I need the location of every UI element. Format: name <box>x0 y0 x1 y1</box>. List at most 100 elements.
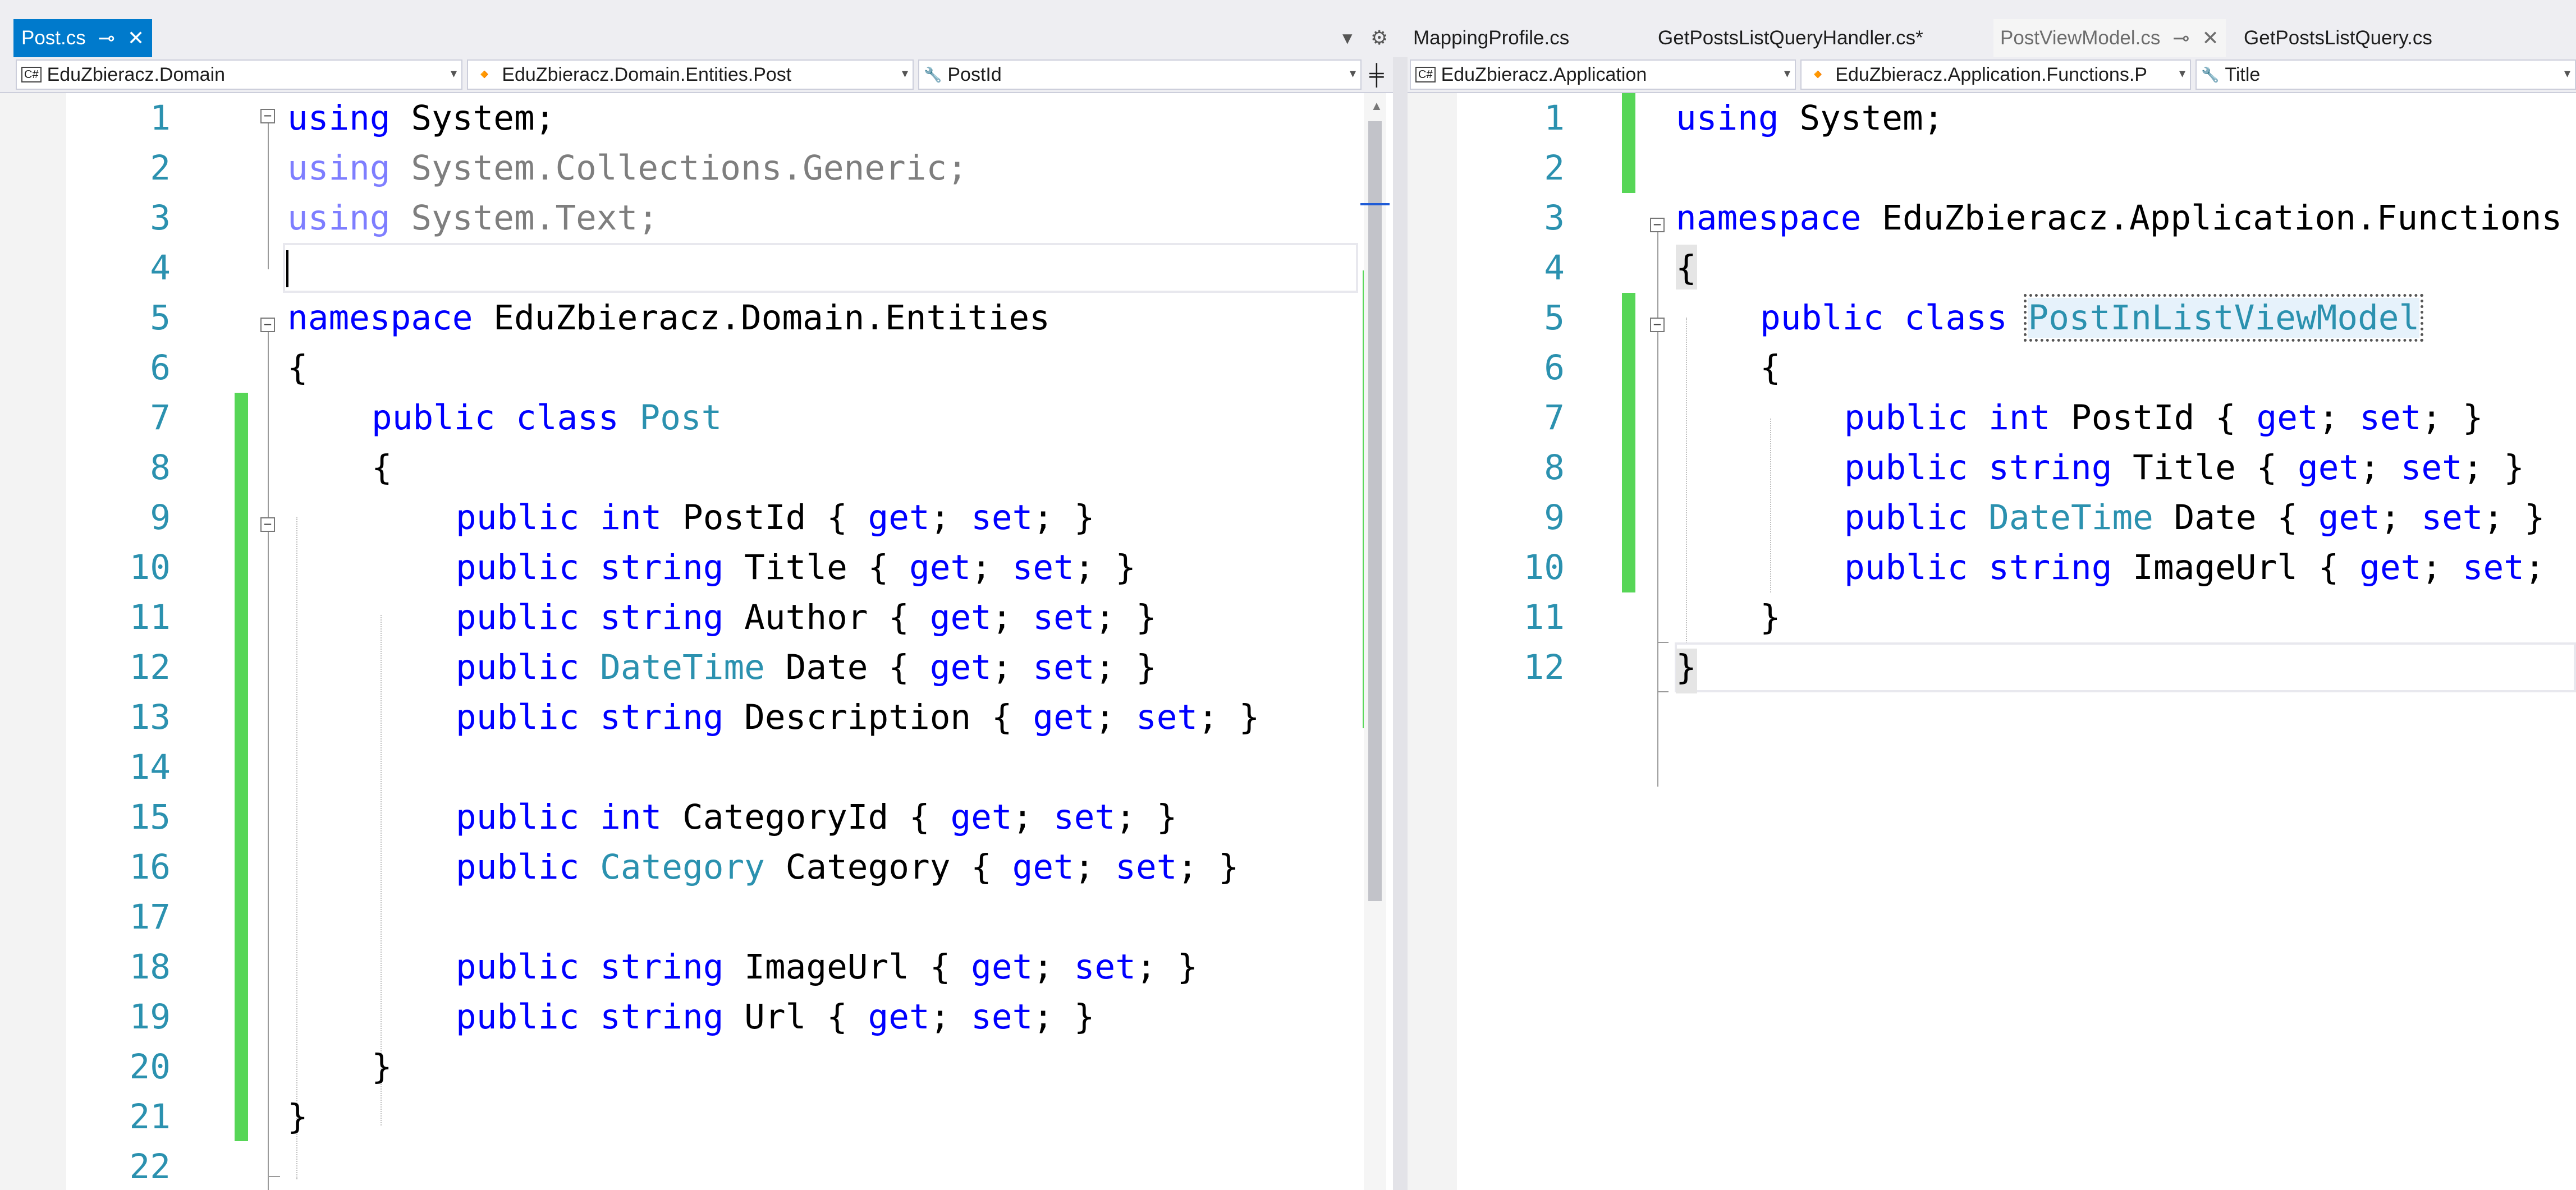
tab-list-dropdown-icon[interactable]: ▾ <box>1342 19 1353 57</box>
line-number: 10 <box>1523 548 1565 587</box>
tab-label: GetPostsListQueryHandler.cs* <box>1658 27 1923 49</box>
chevron-down-icon: ▾ <box>2564 66 2570 80</box>
code-line: } <box>1676 647 1697 687</box>
tab-post-view-model[interactable]: PostViewModel.cs ⊸ ✕ <box>1993 19 2226 57</box>
code-line: { <box>287 348 308 388</box>
line-number: 19 <box>129 997 171 1037</box>
member-dropdown[interactable]: 🔧 Title ▾ <box>2195 59 2576 90</box>
pin-icon[interactable]: ⊸ <box>98 26 115 50</box>
wrench-icon: 🔧 <box>924 66 942 83</box>
close-icon[interactable]: ✕ <box>127 26 144 50</box>
type-name: EduZbieracz.Application.Functions.P <box>1835 63 2147 85</box>
line-number: 3 <box>1544 198 1565 238</box>
code-line: using System; <box>287 98 556 138</box>
csharp-project-icon: C# <box>1415 67 1436 82</box>
code-line: public DateTime Date { get; set; } <box>1844 498 2545 537</box>
line-number: 6 <box>1544 348 1565 388</box>
code-line: using System.Text; <box>287 198 659 238</box>
line-number: 21 <box>129 1097 171 1137</box>
line-number: 1 <box>1544 98 1565 138</box>
chevron-down-icon: ▾ <box>1784 66 1790 80</box>
left-code-editor[interactable]: ▲ − − − 1 2 3 4 5 6 7 8 9 10 11 12 13 14… <box>0 93 1393 1190</box>
close-icon[interactable]: ✕ <box>2202 26 2219 50</box>
code-line: namespace EduZbieracz.Application.Functi… <box>1676 198 2563 238</box>
member-dropdown[interactable]: 🔧 PostId ▾ <box>918 59 1362 90</box>
line-number: 18 <box>129 947 171 987</box>
left-tab-strip: Post.cs ⊸ ✕ ▾ ⚙ <box>0 0 1393 57</box>
selected-identifier[interactable]: PostInListViewModel <box>2024 294 2424 342</box>
line-number: 4 <box>150 248 171 288</box>
type-name: EduZbieracz.Domain.Entities.Post <box>502 63 792 85</box>
member-name: PostId <box>947 63 1002 85</box>
code-line: using System.Collections.Generic; <box>287 148 968 188</box>
tab-get-posts-list-query[interactable]: GetPostsListQuery.cs <box>2244 19 2432 57</box>
code-line: public string Title { get; set; } <box>1844 448 2524 488</box>
line-number: 13 <box>129 697 171 737</box>
code-line: } <box>287 1097 308 1137</box>
right-navigation-bar: C# EduZbieracz.Application ▾ 🔸 EduZbiera… <box>1408 57 2576 93</box>
line-number: 9 <box>150 498 171 537</box>
line-number: 8 <box>150 448 171 488</box>
line-number: 3 <box>150 198 171 238</box>
wrench-icon: 🔧 <box>2201 66 2220 83</box>
line-number: 11 <box>1523 598 1565 637</box>
right-code-editor[interactable]: − − 1 2 3 4 5 6 7 8 9 10 11 12 using Sys… <box>1408 93 2576 1190</box>
member-name: Title <box>2225 63 2261 85</box>
gear-icon[interactable]: ⚙ <box>1370 19 1388 57</box>
line-number: 14 <box>129 747 171 787</box>
line-number: 7 <box>150 398 171 438</box>
code-line: public string Url { get; set; } <box>456 997 1095 1037</box>
project-dropdown[interactable]: C# EduZbieracz.Application ▾ <box>1410 59 1796 90</box>
project-dropdown[interactable]: C# EduZbieracz.Domain ▾ <box>16 59 462 90</box>
tab-label: Post.cs <box>21 27 86 49</box>
line-number: 12 <box>1523 647 1565 687</box>
line-number: 20 <box>129 1047 171 1087</box>
right-tab-strip: MappingProfile.cs GetPostsListQueryHandl… <box>1408 0 2576 57</box>
code-line: public class Post <box>372 398 722 438</box>
code-line: public int PostId { get; set; } <box>1844 398 2483 438</box>
code-line: public int CategoryId { get; set; } <box>456 797 1177 837</box>
type-dropdown[interactable]: 🔸 EduZbieracz.Application.Functions.P ▾ <box>1800 59 2191 90</box>
line-number: 9 <box>1544 498 1565 537</box>
code-line: public string ImageUrl { get; set; } <box>456 947 1198 987</box>
tab-label: MappingProfile.cs <box>1413 27 1570 49</box>
chevron-down-icon: ▾ <box>450 66 457 80</box>
left-navigation-bar: C# EduZbieracz.Domain ▾ 🔸 EduZbieracz.Do… <box>0 57 1393 93</box>
chevron-down-icon: ▾ <box>901 66 908 80</box>
code-line: using System; <box>1676 98 1944 138</box>
project-name: EduZbieracz.Application <box>1441 63 1647 85</box>
type-dropdown[interactable]: 🔸 EduZbieracz.Domain.Entities.Post ▾ <box>467 59 914 90</box>
tab-mapping-profile[interactable]: MappingProfile.cs <box>1413 19 1569 57</box>
line-number: 8 <box>1544 448 1565 488</box>
line-number: 10 <box>129 548 171 587</box>
code-line: } <box>1760 598 1781 637</box>
line-number: 15 <box>129 797 171 837</box>
line-number: 2 <box>150 148 171 188</box>
code-line: public string ImageUrl { get; set; <box>1844 548 2566 587</box>
tab-label: PostViewModel.cs <box>2000 27 2161 49</box>
line-number: 17 <box>129 897 171 937</box>
code-line: public string Author { get; set; } <box>456 598 1157 637</box>
code-line: namespace EduZbieracz.Domain.Entities <box>287 298 1050 338</box>
tab-get-posts-list-query-handler[interactable]: GetPostsListQueryHandler.cs* <box>1658 19 1923 57</box>
code-line: { <box>372 448 392 488</box>
line-number: 5 <box>1544 298 1565 338</box>
code-line: { <box>1676 248 1697 288</box>
line-number: 16 <box>129 847 171 887</box>
pin-icon[interactable]: ⊸ <box>2172 26 2189 50</box>
code-line: public class PostInListViewModel <box>1760 294 2424 342</box>
tab-post-cs[interactable]: Post.cs ⊸ ✕ <box>13 19 153 57</box>
line-number: 7 <box>1544 398 1565 438</box>
pane-splitter[interactable] <box>1393 57 1408 1190</box>
line-number: 1 <box>150 98 171 138</box>
tab-label: GetPostsListQuery.cs <box>2244 27 2432 49</box>
class-icon: 🔸 <box>1806 64 1830 85</box>
line-number: 5 <box>150 298 171 338</box>
code-line: public string Description { get; set; } <box>456 697 1260 737</box>
split-editor-button[interactable]: ╪ <box>1365 59 1391 90</box>
line-number: 12 <box>129 647 171 687</box>
code-line: { <box>1760 348 1781 388</box>
code-line: } <box>372 1047 392 1087</box>
line-number: 2 <box>1544 148 1565 188</box>
code-line: public DateTime Date { get; set; } <box>456 647 1157 687</box>
